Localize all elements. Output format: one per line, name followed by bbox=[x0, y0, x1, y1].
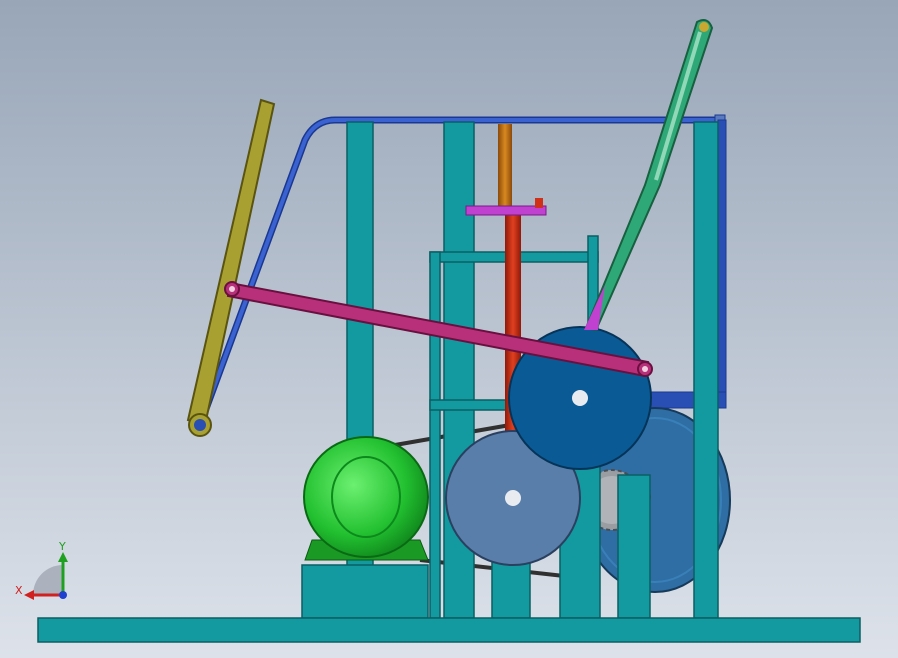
inner-frame-post-left bbox=[429, 251, 441, 619]
base-plate[interactable] bbox=[37, 617, 861, 643]
magenta-collar[interactable] bbox=[465, 205, 547, 216]
orange-vertical-shaft[interactable] bbox=[498, 124, 512, 214]
triad-x-label: X bbox=[15, 584, 23, 597]
cad-viewport[interactable]: Y X bbox=[0, 0, 898, 658]
frame-lower-block-left bbox=[301, 564, 429, 619]
cam-wheel-hub bbox=[572, 390, 588, 406]
frame-post-right bbox=[693, 121, 719, 619]
blue-side-bracket[interactable] bbox=[717, 119, 727, 409]
triad-origin bbox=[59, 591, 67, 599]
red-collar-tab bbox=[535, 198, 543, 208]
frame-lower-post-c bbox=[617, 474, 651, 619]
lower-wheel-hub bbox=[505, 490, 521, 506]
electric-motor[interactable] bbox=[303, 436, 429, 561]
triad-y-label: Y bbox=[58, 540, 66, 553]
